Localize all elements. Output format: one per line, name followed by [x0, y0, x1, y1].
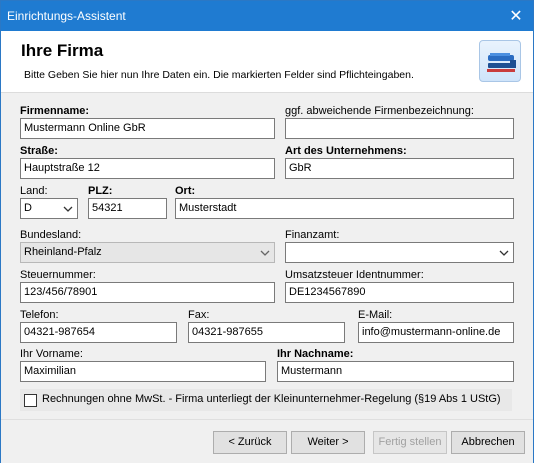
bundesland-value: Rheinland-Pfalz: [24, 246, 102, 258]
bundesland-label: Bundesland:: [20, 229, 82, 241]
fax-label: Fax:: [188, 309, 210, 321]
firmenname-label: Firmenname:: [20, 105, 90, 117]
wizard-window: Einrichtungs-Assistent ✕ Ihre Firma Bitt…: [0, 0, 534, 463]
nachname-label: Ihr Nachname:: [277, 348, 354, 360]
land-select[interactable]: D: [20, 198, 78, 219]
page-title: Ihre Firma: [21, 41, 104, 60]
plz-field[interactable]: 54321: [88, 198, 167, 219]
vorname-field[interactable]: Maximilian: [20, 361, 266, 382]
telefon-field[interactable]: 04321-987654: [20, 322, 177, 343]
steuernummer-field[interactable]: 123/456/78901: [20, 282, 275, 303]
bundesland-select[interactable]: Rheinland-Pfalz: [20, 242, 275, 263]
cancel-button[interactable]: Abbrechen: [451, 431, 525, 454]
chevron-down-icon: [63, 206, 73, 212]
kleinunternehmer-row[interactable]: Rechnungen ohne MwSt. - Firma unterliegt…: [20, 389, 512, 411]
fax-field[interactable]: 04321-987655: [188, 322, 345, 343]
finanzamt-select[interactable]: [285, 242, 514, 263]
back-button[interactable]: < Zurück: [213, 431, 287, 454]
kleinunternehmer-label[interactable]: Rechnungen ohne MwSt. - Firma unterliegt…: [42, 393, 501, 405]
ust-id-field[interactable]: DE1234567890: [285, 282, 514, 303]
art-field[interactable]: GbR: [285, 158, 514, 179]
window-title: Einrichtungs-Assistent: [7, 9, 126, 23]
abw-bezeichnung-label: ggf. abweichende Firmenbezeichnung:: [285, 105, 474, 117]
close-icon[interactable]: ✕: [499, 1, 533, 31]
email-label: E-Mail:: [358, 309, 393, 321]
page-subtitle: Bitte Geben Sie hier nun Ihre Daten ein.…: [24, 69, 414, 81]
ust-id-label: Umsatzsteuer Identnummer:: [285, 269, 424, 281]
land-label: Land:: [20, 185, 48, 197]
wizard-header: Ihre Firma Bitte Geben Sie hier nun Ihre…: [1, 31, 533, 93]
chevron-down-icon: [499, 250, 509, 256]
vorname-label: Ihr Vorname:: [20, 348, 83, 360]
land-value: D: [24, 202, 32, 214]
email-field[interactable]: info@mustermann-online.de: [358, 322, 514, 343]
abw-bezeichnung-field[interactable]: [285, 118, 514, 139]
stapler-icon: [479, 40, 521, 82]
chevron-down-icon: [260, 250, 270, 256]
ort-field[interactable]: Musterstadt: [175, 198, 514, 219]
wizard-footer: < Zurück Weiter > Fertig stellen Abbrech…: [1, 419, 533, 463]
strasse-field[interactable]: Hauptstraße 12: [20, 158, 275, 179]
plz-label: PLZ:: [88, 185, 113, 197]
kleinunternehmer-checkbox[interactable]: [24, 394, 37, 407]
ort-label: Ort:: [175, 185, 196, 197]
title-bar: Einrichtungs-Assistent ✕: [1, 1, 533, 31]
firmenname-field[interactable]: Mustermann Online GbR: [20, 118, 275, 139]
strasse-label: Straße:: [20, 145, 58, 157]
next-button[interactable]: Weiter >: [291, 431, 365, 454]
art-label: Art des Unternehmens:: [285, 145, 407, 157]
finanzamt-label: Finanzamt:: [285, 229, 340, 241]
finish-button[interactable]: Fertig stellen: [373, 431, 447, 454]
telefon-label: Telefon:: [20, 309, 59, 321]
nachname-field[interactable]: Mustermann: [277, 361, 514, 382]
steuernummer-label: Steuernummer:: [20, 269, 96, 281]
